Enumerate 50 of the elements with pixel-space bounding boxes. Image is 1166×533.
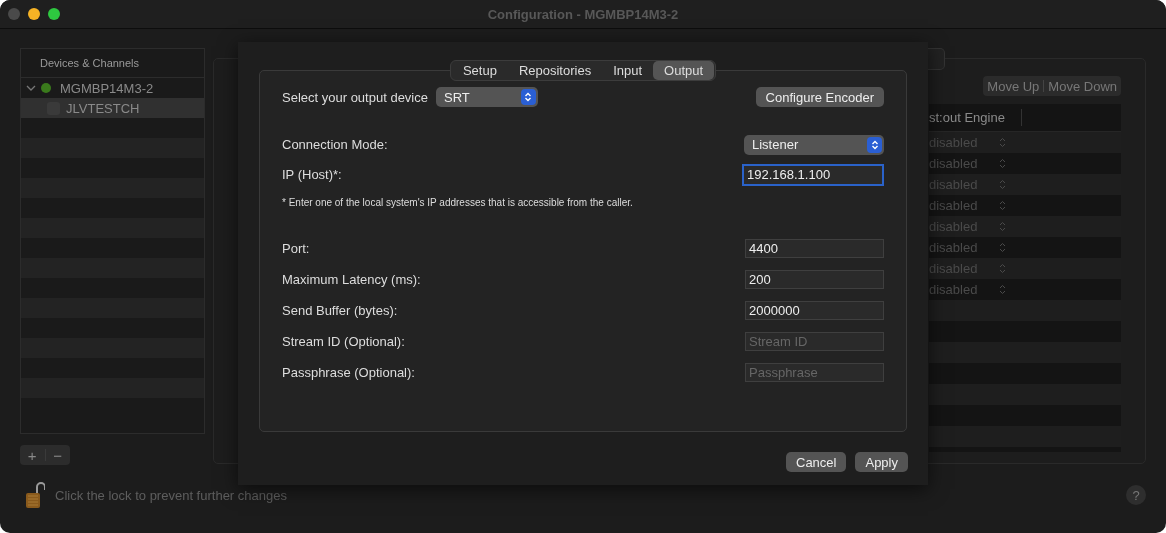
hint-text: * Enter one of the local system's IP addresses that is accessible from the caller. bbox=[282, 196, 633, 208]
column-header: st:out Engine bbox=[929, 109, 1022, 126]
device-name: MGMBP14M3-2 bbox=[60, 80, 154, 96]
channel-name: JLVTESTCH bbox=[66, 100, 140, 116]
segmented-control[interactable] bbox=[928, 48, 945, 70]
popup-button[interactable]: SRT bbox=[436, 87, 538, 107]
stepper-icon bbox=[999, 158, 1006, 169]
input-field[interactable]: 192.168.1.100 bbox=[742, 163, 884, 186]
stepper-icon bbox=[999, 179, 1006, 190]
stepper-icon bbox=[999, 242, 1006, 253]
add-button[interactable]: + bbox=[20, 445, 45, 465]
stepper-icon bbox=[999, 137, 1006, 148]
padlock-icon bbox=[25, 481, 45, 509]
apply-button[interactable]: Apply bbox=[855, 452, 908, 472]
input-field[interactable]: Stream ID bbox=[745, 332, 884, 351]
tab[interactable]: Input bbox=[602, 61, 654, 80]
tab[interactable]: Repositories bbox=[507, 61, 603, 80]
input-field[interactable]: 2000000 bbox=[745, 301, 884, 320]
zoom-button[interactable] bbox=[48, 8, 60, 20]
stepper-icon bbox=[999, 263, 1006, 274]
stepper-icon bbox=[870, 138, 879, 151]
cancel-button[interactable]: Cancel bbox=[786, 452, 847, 472]
field-label: Send Buffer (bytes): bbox=[282, 303, 398, 318]
list-header: Devices & Channels bbox=[21, 49, 204, 78]
close-button[interactable] bbox=[8, 8, 20, 20]
field-label: Passphrase (Optional): bbox=[282, 365, 415, 380]
window-title: Configuration - MGMBP14M3-2 bbox=[486, 6, 680, 22]
field-label: Stream ID (Optional): bbox=[282, 334, 405, 349]
list-row[interactable]: JLVTESTCH bbox=[21, 98, 204, 118]
tab[interactable]: Setup bbox=[451, 61, 508, 80]
field-label: Port: bbox=[282, 241, 310, 256]
minimize-button[interactable] bbox=[28, 8, 40, 20]
lock-message: Click the lock to prevent further changes bbox=[55, 487, 288, 503]
popup-button[interactable]: Listener bbox=[744, 134, 884, 155]
list-row[interactable]: MGMBP14M3-2 bbox=[21, 78, 204, 98]
field-label: Select your output device bbox=[282, 89, 428, 105]
input-field[interactable]: 4400 bbox=[745, 239, 884, 258]
field-label: Maximum Latency (ms): bbox=[282, 272, 421, 287]
input-field[interactable]: Passphrase bbox=[745, 363, 884, 382]
remove-button[interactable]: − bbox=[45, 445, 70, 465]
stepper-icon bbox=[524, 91, 533, 103]
input-field[interactable]: 200 bbox=[745, 270, 884, 289]
status-dot bbox=[41, 83, 51, 93]
stepper-icon bbox=[999, 200, 1006, 211]
stepper-icon bbox=[999, 221, 1006, 232]
stepper-icon bbox=[999, 284, 1006, 295]
field-label: IP (Host)*: bbox=[282, 167, 342, 182]
configure-encoder-button[interactable]: Configure Encoder bbox=[755, 87, 884, 107]
tab[interactable]: Output bbox=[653, 61, 715, 80]
field-label: Connection Mode: bbox=[282, 137, 388, 152]
